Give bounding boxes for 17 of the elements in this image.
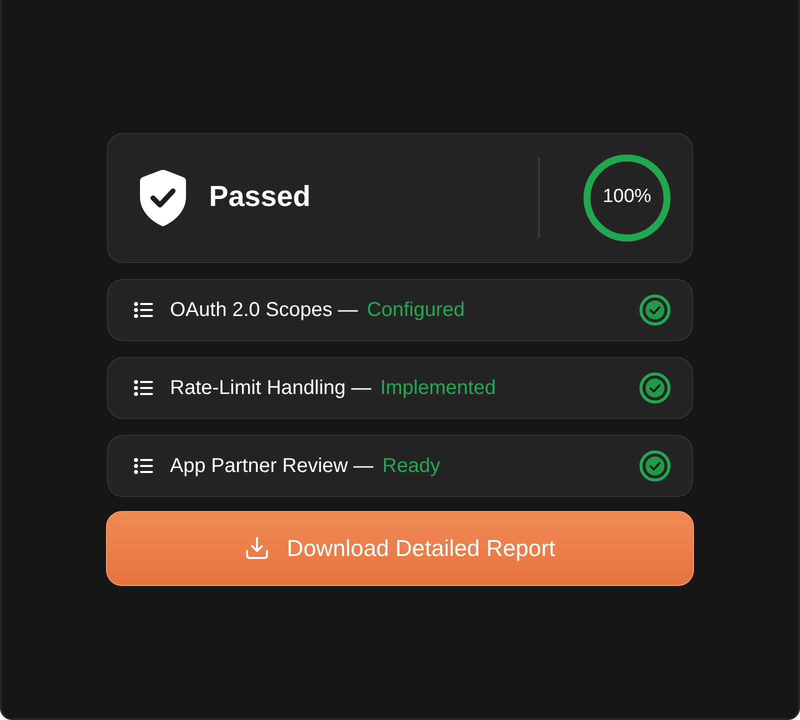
- list-icon: [134, 302, 153, 318]
- check-label: Rate-Limit Handling —: [170, 376, 372, 400]
- download-report-button[interactable]: Download Detailed Report: [106, 510, 694, 586]
- shield-check-icon: [139, 168, 187, 226]
- list-icon: [134, 458, 153, 474]
- check-circle-icon: [639, 450, 671, 482]
- list-icon: [134, 380, 153, 396]
- result-title: Passed: [209, 180, 311, 215]
- download-icon: [244, 536, 269, 560]
- check-status: Ready: [382, 454, 440, 478]
- check-status: Configured: [366, 298, 465, 322]
- check-label: App Partner Review —: [170, 454, 374, 478]
- score-percent: 100%: [602, 185, 652, 210]
- check-circle-icon: [639, 372, 671, 404]
- check-status: Implemented: [380, 376, 496, 400]
- check-label: OAuth 2.0 Scopes —: [170, 298, 358, 322]
- check-circle-icon: [639, 294, 671, 326]
